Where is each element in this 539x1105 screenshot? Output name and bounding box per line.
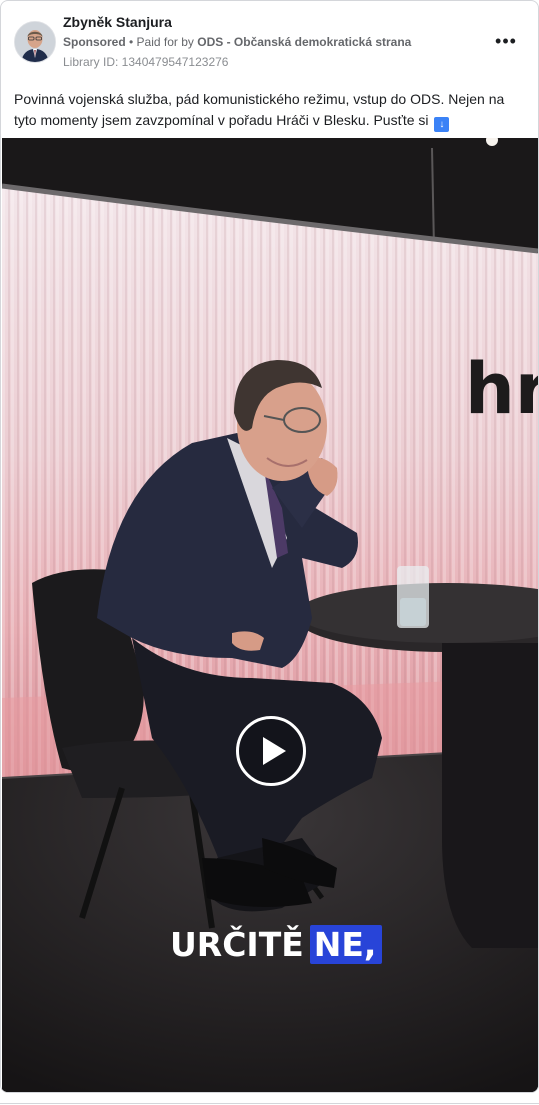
backdrop-logo: hr [465,348,538,430]
caption-highlight: NE, [309,924,383,964]
caption-plain: URČITĚ [170,924,304,964]
post-header: Zbyněk Stanjura Sponsored • Paid for by … [1,1,538,77]
more-options-icon[interactable]: ••• [495,31,516,51]
down-arrow-emoji-icon: ↓ [434,117,450,132]
avatar-portrait [15,22,55,62]
post-text: Povinná vojenská služba, pád komunistick… [14,89,526,132]
post-body: Povinná vojenská služba, pád komunistick… [14,91,505,128]
play-button[interactable] [236,716,306,786]
author-avatar[interactable] [14,21,56,63]
video-caption: URČITĚ NE, [170,916,383,972]
card-divider [0,1103,539,1104]
paid-by-org[interactable]: ODS - Občanská demokratická strana [197,35,411,49]
sponsor-line: Sponsored • Paid for by ODS - Občanská d… [63,35,411,49]
play-icon [263,737,286,765]
library-id: Library ID: 1340479547123276 [63,55,229,69]
paid-for-prefix: • Paid for by [125,35,198,49]
ad-card: Zbyněk Stanjura Sponsored • Paid for by … [0,0,539,1093]
video-player[interactable]: hr [2,138,538,1092]
author-name[interactable]: Zbyněk Stanjura [63,14,172,30]
sponsored-label: Sponsored [63,35,126,49]
